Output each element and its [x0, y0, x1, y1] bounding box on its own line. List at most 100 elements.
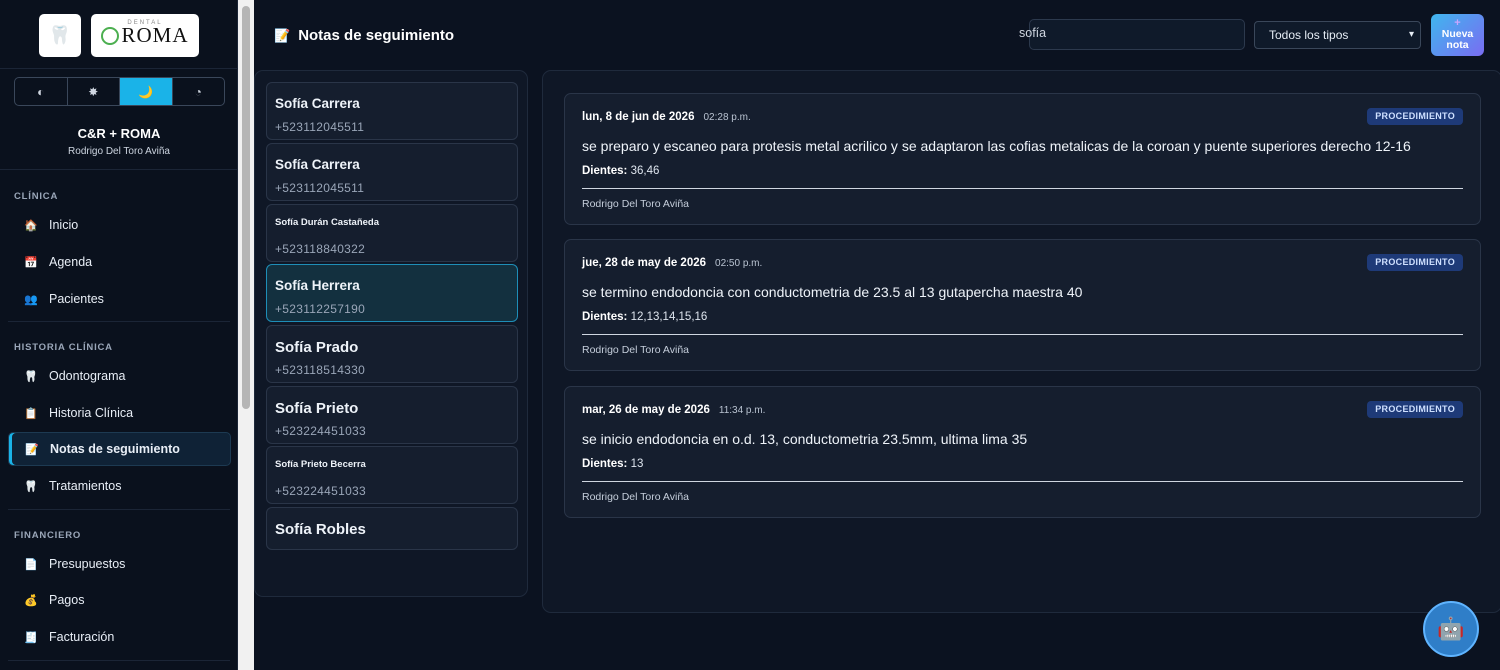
divider [582, 188, 1463, 189]
scrollbar-thumb[interactable] [242, 6, 250, 409]
sidebar-item-label: Inicio [49, 218, 79, 232]
teeth-label: Dientes: [582, 311, 628, 323]
sidebar-item-pagos[interactable]: 💰 Pagos [8, 583, 231, 617]
patient-phone: +523224451033 [275, 484, 366, 498]
note-type-badge: PROCEDIMIENTO [1367, 254, 1463, 271]
divider [8, 660, 230, 661]
sidebar-item-label: Pagos [49, 593, 85, 607]
patient-name: Sofía Carrera [275, 96, 360, 111]
sidebar-item-historia-clinica[interactable]: 📋 Historia Clínica [8, 396, 231, 430]
sidebar-item-label: Facturación [49, 630, 115, 644]
theme-toggle: ◐ ✸ 🌙 ◔ [14, 77, 225, 106]
teeth-value: 12,13,14,15,16 [630, 311, 708, 323]
sidebar-item-agenda[interactable]: 📅 Agenda [8, 245, 231, 279]
note-date-text: lun, 8 de jun de 2026 [582, 111, 695, 123]
note-type-badge: PROCEDIMIENTO [1367, 108, 1463, 125]
note-time: 02:28 p.m. [703, 112, 751, 123]
clipboard-icon: 📋 [24, 407, 38, 420]
note-date-text: mar, 26 de may de 2026 [582, 404, 710, 416]
patient-name: Sofía Prado [275, 339, 359, 356]
note-teeth: Dientes: 36,46 [582, 165, 659, 177]
sidebar-item-label: Notas de seguimiento [50, 442, 180, 456]
teeth-value: 36,46 [630, 165, 660, 177]
home-icon: 🏠 [24, 219, 38, 232]
teeth-label: Dientes: [582, 458, 628, 470]
sidebar-scrollbar[interactable] [238, 0, 254, 670]
sidebar-item-label: Pacientes [49, 292, 104, 306]
divider [0, 169, 238, 170]
patient-item[interactable]: Sofía Carrera +523112045511 [266, 82, 518, 140]
assistant-bot-button[interactable]: 🤖 [1423, 601, 1479, 657]
brand-header: 🦷 DENTAL ROMA [0, 0, 237, 69]
sidebar-item-inicio[interactable]: 🏠 Inicio [8, 208, 231, 242]
page-title: 📝 Notas de seguimiento [274, 27, 454, 44]
patient-item[interactable]: Sofía Prieto +523224451033 [266, 386, 518, 444]
note-time: 11:34 p.m. [718, 405, 766, 416]
note-card[interactable]: jue, 28 de may de 2026 02:50 p.m. PROCEDI… [564, 239, 1481, 371]
patient-item[interactable]: Sofía Robles [266, 507, 518, 550]
note-author: Rodrigo Del Toro Aviña [582, 344, 690, 356]
theme-contrast-button[interactable]: ◐ [15, 78, 68, 105]
logo-text: ROMA [121, 23, 189, 47]
note-card[interactable]: mar, 26 de may de 2026 11:34 p.m. PROCEDI… [564, 386, 1481, 518]
note-card[interactable]: lun, 8 de jun de 2026 02:28 p.m. PROCEDIM… [564, 93, 1481, 225]
divider [8, 321, 230, 322]
patient-list: Sofía Carrera +523112045511 Sofía Carrer… [254, 70, 528, 597]
roma-logo: DENTAL ROMA [91, 14, 199, 57]
note-time: 02:50 p.m. [715, 258, 763, 269]
divider [582, 334, 1463, 335]
patient-phone: +523118514330 [275, 363, 366, 377]
patient-item[interactable]: Sofía Prado +523118514330 [266, 325, 518, 383]
search-input[interactable] [1029, 19, 1245, 50]
divider [8, 509, 230, 510]
theme-dark-button[interactable]: 🌙 [120, 78, 173, 105]
users-icon: 👥 [24, 293, 38, 306]
patient-item[interactable]: Sofía Prieto Becerra +523224451033 [266, 446, 518, 504]
tooth-icon: 🦷 [24, 480, 38, 493]
sidebar-item-tratamientos[interactable]: 🦷 Tratamientos [8, 469, 231, 503]
teeth-value: 13 [630, 458, 644, 470]
chevron-down-icon: ▾ [1408, 29, 1414, 40]
patient-item[interactable]: Sofía Carrera +523112045511 [266, 143, 518, 201]
logo-dental-text: DENTAL [127, 20, 163, 26]
new-note-button[interactable]: + Nueva nota [1431, 14, 1484, 56]
patient-name: Sofía Durán Castañeda [275, 217, 379, 228]
patient-phone: +523112257190 [275, 302, 366, 316]
sidebar-item-notas[interactable]: 📝 Notas de seguimiento [8, 432, 231, 466]
patient-phone: +523118840322 [275, 242, 366, 256]
sidebar-item-odontograma[interactable]: 🦷 Odontograma [8, 359, 231, 393]
sidebar-item-label: Tratamientos [49, 479, 122, 493]
sidebar-item-pacientes[interactable]: 👥 Pacientes [8, 282, 231, 316]
section-clinica: CLÍNICA [14, 191, 59, 202]
divider [582, 481, 1463, 482]
tooth-logo-icon: 🦷 [39, 14, 81, 57]
clinic-info: C&R + ROMA Rodrigo Del Toro Aviña [0, 126, 238, 157]
patient-name: Sofía Carrera [275, 157, 360, 172]
notes-panel: lun, 8 de jun de 2026 02:28 p.m. PROCEDIM… [542, 70, 1500, 613]
sidebar-item-label: Historia Clínica [49, 406, 134, 420]
sidebar-item-facturacion[interactable]: 🧾 Facturación [8, 620, 231, 654]
patient-phone: +523224451033 [275, 424, 366, 438]
note-author: Rodrigo Del Toro Aviña [582, 198, 690, 210]
teeth-label: Dientes: [582, 165, 628, 177]
note-type-badge: PROCEDIMIENTO [1367, 401, 1463, 418]
patient-item-selected[interactable]: Sofía Herrera +523112257190 [266, 264, 518, 322]
note-text: se termino endodoncia con conductometria… [582, 284, 1083, 300]
theme-auto-button[interactable]: ◔ [173, 78, 225, 105]
sidebar-item-label: Presupuestos [49, 557, 126, 571]
logo-ring-icon [101, 26, 120, 45]
theme-light-button[interactable]: ✸ [68, 78, 120, 105]
sidebar-item-label: Odontograma [49, 369, 126, 383]
note-date: jue, 28 de may de 2026 02:50 p.m. [582, 257, 762, 269]
memo-icon: 📝 [274, 27, 291, 43]
sidebar-item-presupuestos[interactable]: 📄 Presupuestos [8, 547, 231, 581]
new-note-label: Nueva nota [1441, 28, 1474, 51]
patient-name: Sofía Prieto Becerra [275, 459, 366, 470]
type-filter-select[interactable]: Todos los tipos ▾ [1254, 21, 1421, 49]
tooth-icon: 🦷 [24, 370, 38, 383]
note-text: se preparo y escaneo para protesis metal… [582, 138, 1411, 154]
document-icon: 📄 [24, 558, 38, 571]
memo-icon: 📝 [25, 443, 39, 456]
section-financiero: FINANCIERO [14, 530, 82, 541]
patient-item[interactable]: Sofía Durán Castañeda +523118840322 [266, 204, 518, 262]
